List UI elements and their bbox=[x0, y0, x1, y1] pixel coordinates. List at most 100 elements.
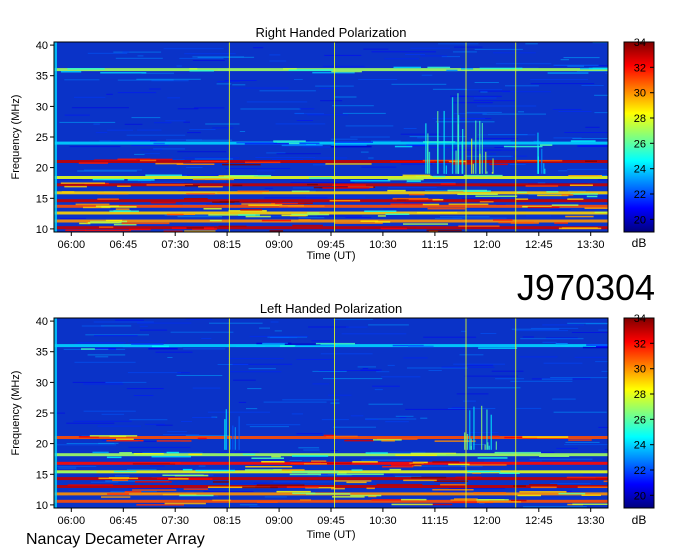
band-fragment bbox=[116, 438, 134, 440]
burst-streak bbox=[425, 123, 427, 174]
band-fragment bbox=[546, 191, 559, 193]
band-fragment bbox=[385, 213, 410, 215]
band-fragment bbox=[212, 499, 231, 502]
noise-streak bbox=[259, 90, 316, 92]
burst-streak bbox=[437, 122, 439, 174]
band-fragment bbox=[409, 462, 424, 465]
band-fragment bbox=[284, 343, 321, 345]
burst-streak bbox=[232, 425, 234, 450]
band-fragment bbox=[307, 183, 318, 186]
noise-streak bbox=[162, 434, 200, 436]
noise-streak bbox=[83, 169, 142, 171]
noise-streak bbox=[525, 43, 538, 45]
noise-streak bbox=[372, 385, 400, 387]
band-fragment bbox=[346, 481, 367, 484]
noise-streak bbox=[332, 105, 374, 107]
band-fragment bbox=[432, 199, 444, 201]
noise-streak bbox=[106, 93, 113, 95]
band-fragment bbox=[389, 468, 402, 471]
band-fragment bbox=[350, 180, 391, 182]
noise-streak bbox=[270, 321, 279, 323]
noise-streak bbox=[167, 357, 173, 358]
noise-streak bbox=[567, 65, 584, 67]
band-fragment bbox=[203, 208, 222, 210]
noise-streak bbox=[177, 372, 190, 374]
band-fragment bbox=[467, 470, 501, 473]
noise-streak bbox=[64, 79, 100, 81]
noise-streak bbox=[391, 83, 447, 85]
noise-streak bbox=[505, 85, 539, 87]
noise-streak bbox=[90, 481, 119, 483]
noise-streak bbox=[451, 407, 466, 409]
noise-streak bbox=[264, 496, 287, 498]
noise-streak bbox=[144, 153, 160, 155]
noise-streak bbox=[155, 351, 193, 353]
noise-streak bbox=[493, 52, 536, 54]
band-fragment bbox=[476, 499, 509, 501]
noise-streak bbox=[194, 158, 234, 160]
noise-streak bbox=[294, 79, 303, 80]
noise-streak bbox=[115, 57, 163, 59]
noise-streak bbox=[423, 336, 477, 338]
band-fragment bbox=[273, 140, 306, 142]
noise-streak bbox=[128, 340, 167, 342]
y-tick-label: 40 bbox=[36, 40, 48, 52]
noise-streak bbox=[464, 364, 494, 366]
noise-streak bbox=[515, 407, 542, 409]
noise-streak bbox=[320, 100, 343, 102]
band-fragment bbox=[145, 174, 182, 176]
band-fragment bbox=[101, 496, 131, 498]
band-fragment bbox=[331, 144, 367, 146]
noise-streak bbox=[66, 422, 115, 424]
noise-streak bbox=[395, 415, 414, 417]
noise-streak bbox=[384, 58, 419, 60]
band-fragment bbox=[101, 206, 137, 208]
noise-streak bbox=[294, 112, 304, 114]
noise-streak bbox=[447, 408, 496, 409]
colorbar-tick-label: 28 bbox=[634, 389, 646, 401]
band-fragment bbox=[89, 435, 138, 437]
band-fragment bbox=[283, 68, 297, 70]
colorbar-tick-label: 34 bbox=[634, 37, 646, 49]
colorbar-tick-label: 32 bbox=[634, 338, 646, 350]
noise-streak bbox=[99, 140, 150, 142]
band-fragment bbox=[555, 343, 568, 345]
band-fragment bbox=[511, 499, 527, 502]
band-fragment bbox=[164, 502, 206, 505]
band-fragment bbox=[106, 456, 122, 459]
noise-streak bbox=[93, 123, 100, 125]
band-fragment bbox=[99, 226, 114, 228]
band-fragment bbox=[169, 462, 181, 464]
band-fragment bbox=[522, 436, 569, 438]
band-fragment bbox=[166, 451, 179, 454]
burst-streak bbox=[541, 148, 543, 174]
noise-streak bbox=[140, 149, 163, 151]
y-tick-label: 10 bbox=[36, 224, 48, 236]
band-fragment bbox=[121, 222, 170, 225]
y-tick-label: 25 bbox=[36, 408, 48, 420]
noise-streak bbox=[246, 424, 301, 426]
noise-streak bbox=[275, 123, 326, 125]
band-fragment bbox=[251, 457, 284, 459]
x-tick-label: 06:45 bbox=[110, 239, 138, 251]
band-fragment bbox=[245, 469, 282, 471]
noise-streak bbox=[232, 363, 293, 365]
band-fragment bbox=[325, 163, 372, 165]
band-fragment bbox=[183, 488, 209, 490]
y-tick-label: 35 bbox=[36, 347, 48, 359]
noise-streak bbox=[198, 465, 206, 467]
band-fragment bbox=[513, 485, 526, 487]
band-fragment bbox=[586, 344, 608, 346]
noise-streak bbox=[247, 388, 262, 390]
noise-streak bbox=[137, 55, 144, 57]
band-fragment bbox=[554, 222, 568, 224]
band-fragment bbox=[427, 66, 451, 69]
noise-streak bbox=[361, 459, 413, 461]
burst-streak bbox=[492, 158, 494, 174]
noise-streak bbox=[212, 127, 234, 129]
noise-streak bbox=[420, 417, 428, 419]
noise-streak bbox=[509, 164, 526, 165]
x-tick-label: 11:15 bbox=[422, 515, 449, 527]
burst-streak bbox=[479, 153, 481, 174]
band-fragment bbox=[393, 66, 421, 69]
